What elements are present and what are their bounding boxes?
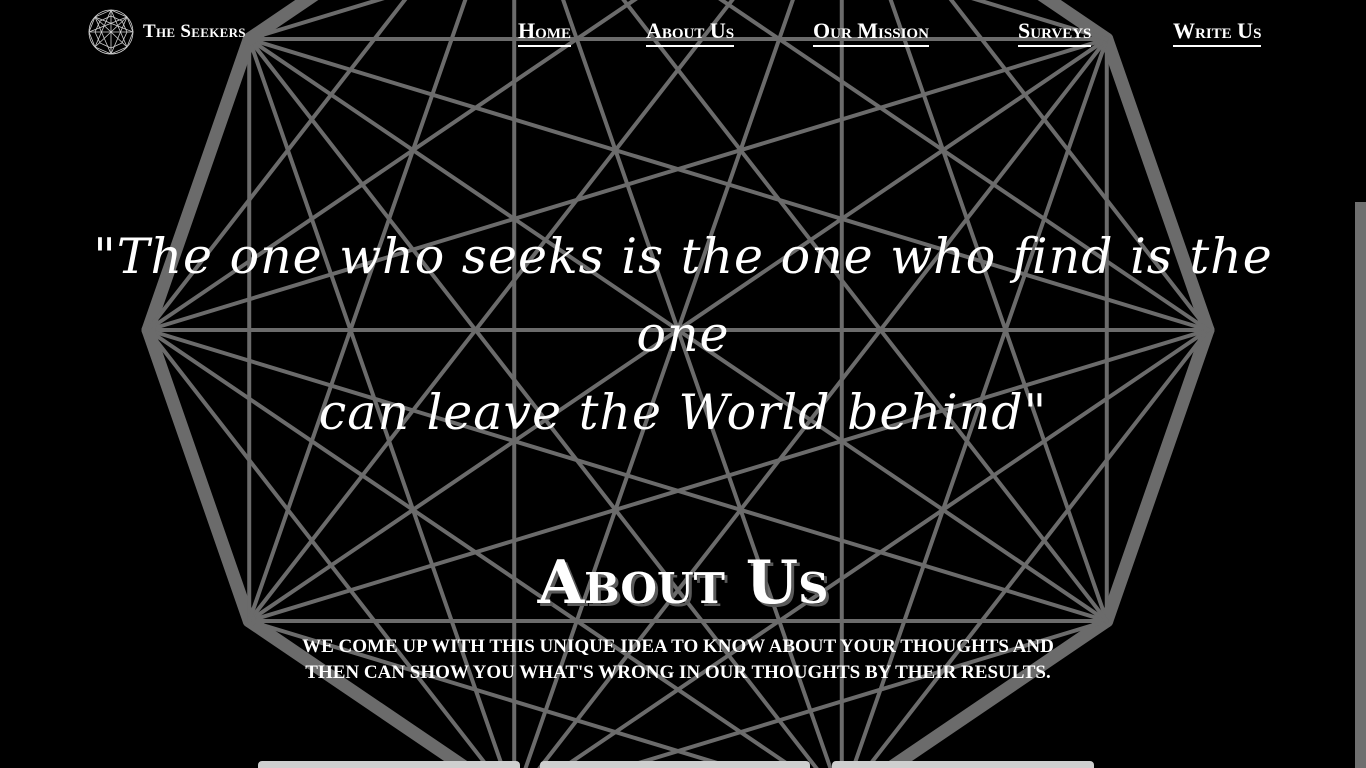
nav-link-home[interactable]: Home — [518, 18, 571, 47]
nav-link-surveys[interactable]: Surveys — [1018, 18, 1092, 47]
hero-quote: "The one who seeks is the one who find i… — [80, 218, 1286, 452]
about-us-text-line-1: We come up with this unique idea to know… — [302, 636, 1054, 657]
about-us-heading: About Us — [537, 548, 829, 618]
nav-link-our-mission[interactable]: Our Mission — [813, 18, 929, 47]
nav-link-about-us[interactable]: About Us — [646, 18, 735, 47]
main-nav: Home About Us Our Mission Surveys Write … — [0, 18, 1366, 52]
card-top-edge[interactable] — [832, 761, 1094, 768]
card-top-edge[interactable] — [540, 761, 810, 768]
about-us-text: We come up with this unique idea to know… — [270, 634, 1086, 686]
card-top-edge[interactable] — [258, 761, 520, 768]
hero-quote-line-1: "The one who seeks is the one who find i… — [93, 228, 1273, 363]
hero-quote-line-2: can leave the World behind" — [318, 384, 1048, 441]
about-us-text-line-2: then can show you what's wrong in our th… — [305, 662, 1051, 683]
scrollbar-thumb[interactable] — [1355, 202, 1366, 768]
nav-link-write-us[interactable]: Write Us — [1173, 18, 1262, 47]
